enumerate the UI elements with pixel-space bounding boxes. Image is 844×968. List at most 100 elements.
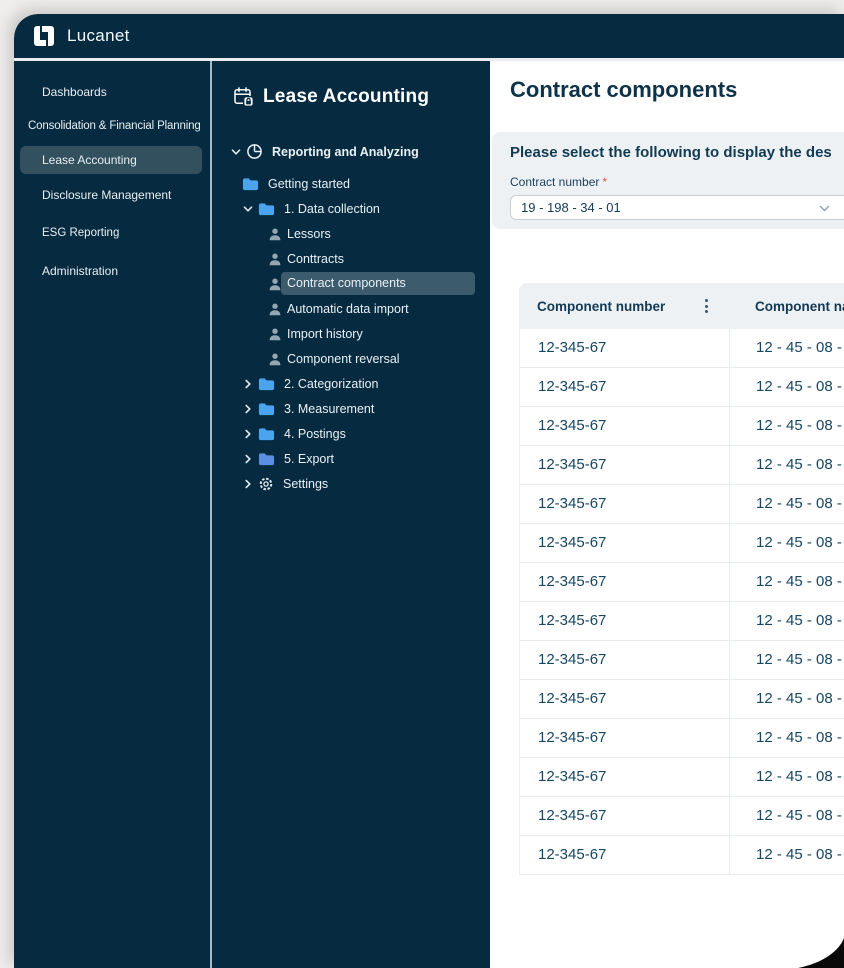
folder-icon — [258, 427, 275, 441]
contract-number-select[interactable]: 19 - 198 - 34 - 01 — [510, 195, 844, 220]
table-row[interactable]: 12-345-67 12 - 45 - 08 - — [519, 680, 844, 719]
component-number-cell: 12-345-67 — [520, 485, 730, 523]
tree-item-data-collection[interactable]: 1. Data collection — [212, 196, 490, 221]
folder-icon — [258, 402, 275, 416]
person-icon — [268, 252, 282, 266]
component-name-cell: 12 - 45 - 08 - — [756, 651, 842, 668]
tree-item-label: Import history — [287, 326, 363, 341]
tree-item-label: 5. Export — [284, 451, 335, 466]
chevron-down-icon[interactable] — [242, 203, 254, 215]
tree-item-lessors[interactable]: Lessors — [212, 221, 490, 246]
filter-prompt: Please select the following to display t… — [510, 144, 832, 161]
tree-item-measurement[interactable]: 3. Measurement — [212, 396, 490, 421]
tree-panel: Lease Accounting Reporting and Analyzing — [212, 61, 490, 968]
lucanet-logo-icon — [31, 23, 57, 49]
sidebar-item-lease-accounting[interactable]: Lease Accounting — [20, 146, 202, 174]
tree-item-label: Conttracts — [287, 251, 344, 266]
tree-item-export[interactable]: 5. Export — [212, 446, 490, 471]
filter-panel: Please select the following to display t… — [492, 132, 844, 229]
tree-item-getting-started[interactable]: Getting started — [212, 171, 490, 196]
column-header-label: Component number — [537, 298, 666, 314]
contract-number-label: Contract number * — [510, 175, 844, 189]
chevron-right-icon[interactable] — [242, 378, 254, 390]
tree-item-label: Automatic data import — [287, 301, 409, 316]
component-number-cell: 12-345-67 — [520, 563, 730, 601]
component-name-cell: 12 - 45 - 08 - — [756, 534, 842, 551]
sidebar-item-disclosure-management[interactable]: Disclosure Management — [14, 176, 210, 214]
table-row[interactable]: 12-345-67 12 - 45 - 08 - — [519, 836, 844, 875]
table-row[interactable]: 12-345-67 12 - 45 - 08 - — [519, 524, 844, 563]
sidebar-item-esg-reporting[interactable]: ESG Reporting — [14, 214, 210, 252]
chevron-right-icon[interactable] — [242, 403, 254, 415]
tree-item-automatic-data-import[interactable]: Automatic data import — [212, 296, 490, 321]
chevron-down-icon[interactable] — [230, 146, 242, 158]
component-name-cell: 12 - 45 - 08 - — [756, 573, 842, 590]
sidebar-group-consolidation[interactable]: Consolidation & Financial Planning — [14, 109, 210, 142]
component-name-cell: 12 - 45 - 08 - — [756, 846, 842, 863]
table-header: Component number Component na — [519, 283, 844, 329]
component-name-cell: 12 - 45 - 08 - — [756, 456, 842, 473]
chevron-right-icon[interactable] — [242, 478, 254, 490]
component-number-cell: 12-345-67 — [520, 836, 730, 874]
component-name-cell: 12 - 45 - 08 - — [756, 807, 842, 824]
tree-title: Lease Accounting — [263, 85, 430, 107]
table-row[interactable]: 12-345-67 12 - 45 - 08 - — [519, 329, 844, 368]
brand-name: Lucanet — [67, 26, 130, 45]
tree-item-settings[interactable]: Settings — [212, 471, 490, 496]
column-header-component-number[interactable]: Component number — [519, 283, 729, 329]
table-row[interactable]: 12-345-67 12 - 45 - 08 - — [519, 758, 844, 797]
corner-shape — [798, 938, 844, 968]
table-row[interactable]: 12-345-67 12 - 45 - 08 - — [519, 563, 844, 602]
tree-item-categorization[interactable]: 2. Categorization — [212, 371, 490, 396]
chevron-right-icon[interactable] — [242, 453, 254, 465]
tree-item-label: Reporting and Analyzing — [272, 144, 419, 159]
table-row[interactable]: 12-345-67 12 - 45 - 08 - — [519, 485, 844, 524]
tree-item-component-reversal[interactable]: Component reversal — [212, 346, 490, 371]
tree-item-label: 3. Measurement — [284, 401, 375, 416]
kebab-menu-icon[interactable] — [703, 295, 710, 317]
sidebar-item-administration[interactable]: Administration — [14, 252, 210, 290]
main-content: Contract components Please select the fo… — [490, 61, 844, 968]
tree-item-conttracts[interactable]: Conttracts — [212, 246, 490, 271]
table-row[interactable]: 12-345-67 12 - 45 - 08 - — [519, 602, 844, 641]
chevron-right-icon[interactable] — [242, 428, 254, 440]
column-header-label: Component na — [755, 298, 844, 314]
pie-chart-icon — [246, 143, 263, 160]
component-number-cell: 12-345-67 — [520, 329, 730, 367]
sidebar: Dashboards Consolidation & Financial Pla… — [14, 61, 210, 968]
table-row[interactable]: 12-345-67 12 - 45 - 08 - — [519, 446, 844, 485]
person-icon — [268, 352, 282, 366]
component-name-cell: 12 - 45 - 08 - — [756, 339, 842, 356]
table-row[interactable]: 12-345-67 12 - 45 - 08 - — [519, 368, 844, 407]
component-name-cell: 12 - 45 - 08 - — [756, 495, 842, 512]
component-name-cell: 12 - 45 - 08 - — [756, 417, 842, 434]
component-name-cell: 12 - 45 - 08 - — [756, 729, 842, 746]
gear-icon — [258, 476, 274, 492]
tree-item-reporting-and-analyzing[interactable]: Reporting and Analyzing — [212, 139, 490, 164]
sidebar-item-dashboards[interactable]: Dashboards — [14, 75, 210, 109]
tree-item-import-history[interactable]: Import history — [212, 321, 490, 346]
tree-item-label: Component reversal — [287, 351, 400, 366]
table-row[interactable]: 12-345-67 12 - 45 - 08 - — [519, 719, 844, 758]
component-number-cell: 12-345-67 — [520, 641, 730, 679]
component-number-cell: 12-345-67 — [520, 797, 730, 835]
field-label-text: Contract number — [510, 175, 600, 189]
tree-item-postings[interactable]: 4. Postings — [212, 421, 490, 446]
component-number-cell: 12-345-67 — [520, 719, 730, 757]
folder-open-icon — [258, 202, 275, 216]
tree-header: Lease Accounting — [232, 85, 429, 108]
table-row[interactable]: 12-345-67 12 - 45 - 08 - — [519, 641, 844, 680]
tree-item-label: 1. Data collection — [284, 201, 380, 216]
components-table: Component number Component na 12-345-67 … — [519, 283, 844, 875]
select-value: 19 - 198 - 34 - 01 — [521, 200, 621, 215]
person-icon — [268, 327, 282, 341]
column-header-component-name[interactable]: Component na — [729, 283, 844, 329]
tree-item-label: 4. Postings — [284, 426, 346, 441]
tree-item-contract-components[interactable]: Contract components — [212, 271, 490, 296]
component-name-cell: 12 - 45 - 08 - — [756, 690, 842, 707]
app-window: Lucanet Dashboards Consolidation & Finan… — [14, 14, 844, 968]
table-row[interactable]: 12-345-67 12 - 45 - 08 - — [519, 797, 844, 836]
component-number-cell: 12-345-67 — [520, 758, 730, 796]
component-name-cell: 12 - 45 - 08 - — [756, 768, 842, 785]
table-row[interactable]: 12-345-67 12 - 45 - 08 - — [519, 407, 844, 446]
